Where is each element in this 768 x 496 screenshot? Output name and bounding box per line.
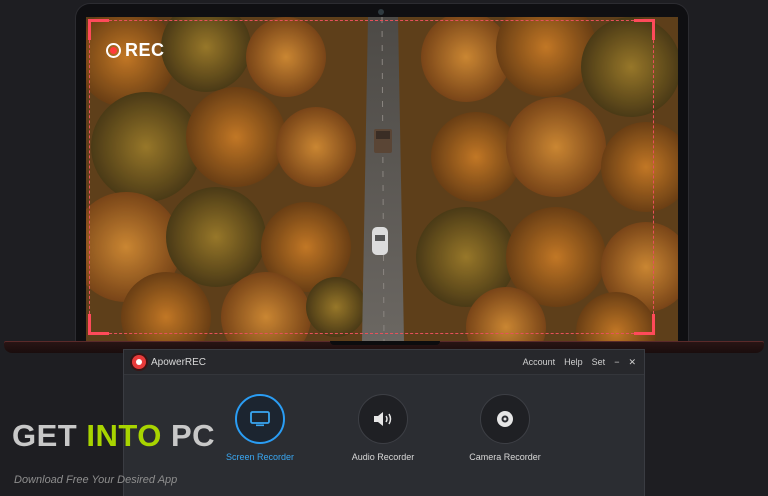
screen-recorder-circle [235, 394, 285, 444]
video-preview: REC [86, 17, 678, 342]
laptop-frame: REC [76, 4, 688, 346]
webcam-dot [378, 9, 384, 15]
title-menu: Account Help Set − ✕ [523, 357, 636, 368]
watermark-pc: PC [161, 418, 216, 453]
watermark-get: GET [12, 418, 87, 453]
frame-corner-bottom-left[interactable] [88, 314, 109, 335]
screen-recorder-button[interactable]: Screen Recorder [200, 394, 320, 462]
menu-help[interactable]: Help [564, 357, 583, 367]
watermark-into: INTO [86, 418, 162, 453]
watermark-tagline: Download Free Your Desired App [14, 474, 178, 486]
title-bar: ApowerREC Account Help Set − ✕ [124, 350, 644, 375]
rec-indicator: REC [106, 40, 165, 61]
minimize-button[interactable]: − [614, 357, 619, 367]
audio-recorder-circle [358, 394, 408, 444]
speaker-icon [374, 412, 392, 426]
record-dot-icon [106, 43, 121, 58]
camera-recorder-button[interactable]: Camera Recorder [445, 394, 565, 462]
apowerrec-logo-icon [132, 355, 146, 369]
app-title: ApowerREC [151, 356, 207, 368]
recording-area-frame[interactable] [88, 19, 655, 335]
frame-corner-bottom-right[interactable] [634, 314, 655, 335]
screen-recorder-label: Screen Recorder [225, 452, 295, 462]
camera-recorder-label: Camera Recorder [469, 452, 541, 462]
audio-recorder-label: Audio Recorder [351, 452, 415, 462]
rec-label: REC [125, 40, 165, 60]
camera-recorder-circle [480, 394, 530, 444]
close-button[interactable]: ✕ [628, 357, 636, 368]
camera-icon [497, 411, 513, 427]
watermark-logo: GET INTO PC [12, 418, 215, 454]
menu-account[interactable]: Account [523, 357, 556, 367]
menu-set[interactable]: Set [592, 357, 606, 367]
audio-recorder-button[interactable]: Audio Recorder [323, 394, 443, 462]
frame-corner-top-left[interactable] [88, 19, 109, 40]
monitor-icon [250, 411, 270, 427]
frame-corner-top-right[interactable] [634, 19, 655, 40]
laptop-notch [330, 341, 440, 345]
